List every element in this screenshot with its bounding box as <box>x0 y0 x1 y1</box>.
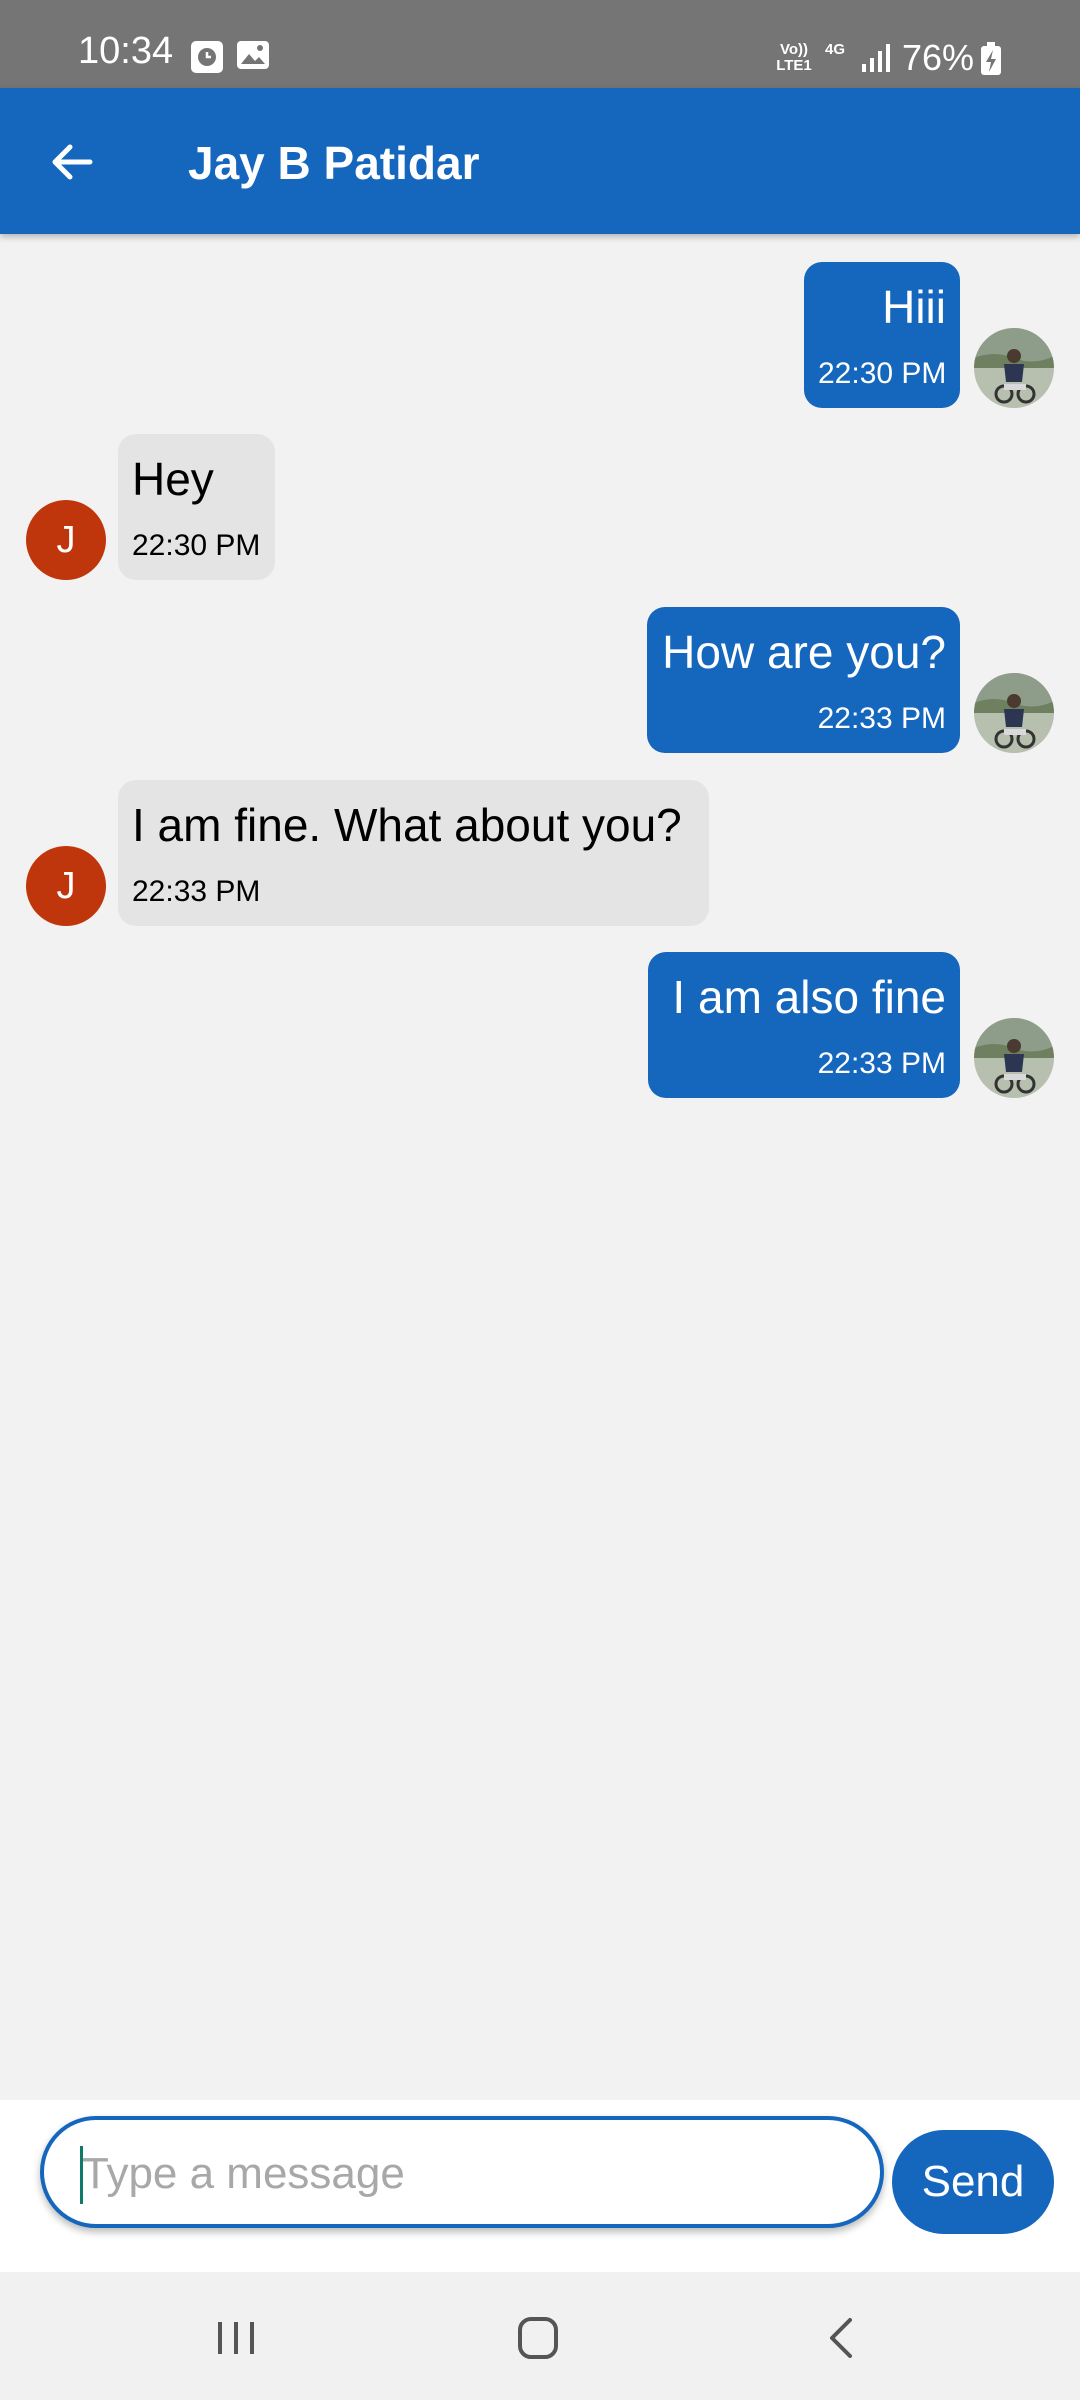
send-button[interactable]: Send <box>892 2130 1054 2234</box>
message-composer: Send <box>0 2100 1080 2272</box>
message-text: Hiii <box>882 281 946 333</box>
back-icon[interactable] <box>802 2308 882 2368</box>
gallery-icon <box>237 41 269 69</box>
text-cursor <box>80 2146 83 2204</box>
home-icon[interactable] <box>498 2308 578 2368</box>
contact-avatar[interactable]: J <box>26 846 106 926</box>
message-time: 22:33 PM <box>132 874 261 908</box>
battery-percent: 76% <box>902 37 975 78</box>
app-bar: Jay B Patidar <box>0 88 1080 234</box>
message-bubble-outgoing[interactable]: I am also fine 22:33 PM <box>648 952 960 1098</box>
message-text: I am also fine <box>672 971 946 1023</box>
status-time: 10:34 <box>78 30 174 72</box>
message-bubble-outgoing[interactable]: Hiii 22:30 PM <box>804 262 960 408</box>
system-nav-bar <box>0 2272 1080 2400</box>
message-row-incoming: I am fine. What about you? 22:33 PM J <box>0 752 1080 926</box>
message-row-outgoing: How are you? 22:33 PM <box>0 579 1080 753</box>
message-list[interactable]: Hiii 22:30 PM Hey 22:30 PM J How are you… <box>0 234 1080 2100</box>
user-avatar-photo[interactable] <box>974 673 1054 753</box>
contact-avatar[interactable]: J <box>26 500 106 580</box>
back-arrow-icon[interactable] <box>44 134 100 190</box>
signal-icon <box>862 44 890 72</box>
message-time: 22:30 PM <box>132 528 261 562</box>
chat-title: Jay B Patidar <box>188 137 480 189</box>
status-bar: 10:34 Vo)) LTE1 4G 76% <box>0 0 1080 88</box>
network-type-label: 4G <box>824 41 845 58</box>
message-bubble-incoming[interactable]: I am fine. What about you? 22:33 PM <box>118 780 709 926</box>
message-time: 22:33 PM <box>817 1046 946 1080</box>
recent-apps-icon[interactable] <box>196 2308 276 2368</box>
battery-charging-icon <box>981 42 1001 75</box>
lte-label: LTE1 <box>776 57 812 74</box>
message-row-outgoing: I am also fine 22:33 PM <box>0 924 1080 1098</box>
message-text: I am fine. What about you? <box>132 799 682 851</box>
alarm-icon <box>191 41 223 73</box>
message-bubble-outgoing[interactable]: How are you? 22:33 PM <box>647 607 960 753</box>
message-time: 22:30 PM <box>818 356 947 390</box>
message-bubble-incoming[interactable]: Hey 22:30 PM <box>118 434 275 580</box>
message-row-outgoing: Hiii 22:30 PM <box>0 234 1080 408</box>
volte-label: Vo)) <box>779 41 809 58</box>
message-input[interactable] <box>80 2138 844 2210</box>
user-avatar-photo[interactable] <box>974 1018 1054 1098</box>
message-row-incoming: Hey 22:30 PM J <box>0 406 1080 580</box>
user-avatar-photo[interactable] <box>974 328 1054 408</box>
message-text: How are you? <box>662 626 946 678</box>
message-text: Hey <box>132 453 214 505</box>
message-time: 22:33 PM <box>817 701 946 735</box>
message-input-container[interactable] <box>40 2116 884 2228</box>
